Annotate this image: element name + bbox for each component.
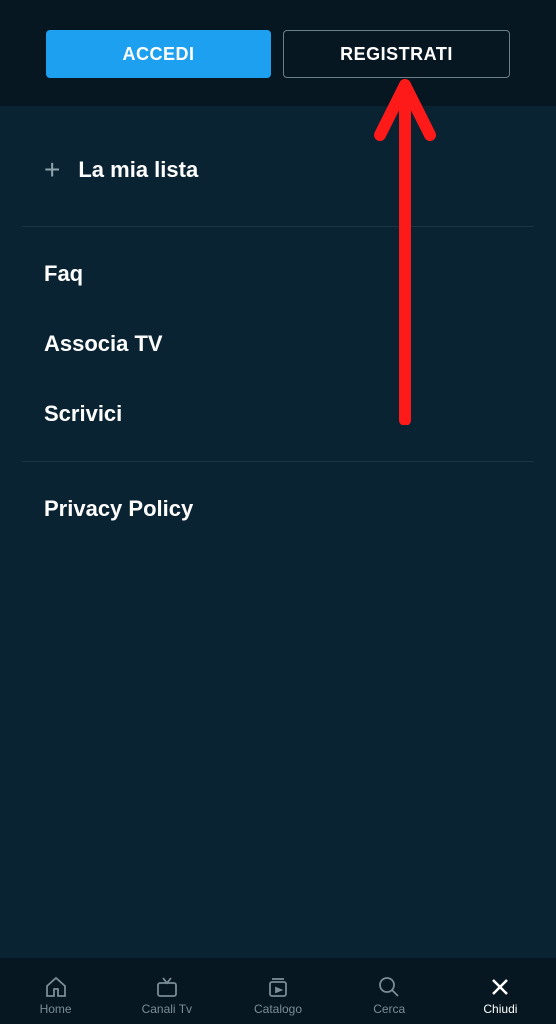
menu-item-privacy[interactable]: Privacy Policy (22, 474, 534, 544)
catalog-icon (266, 975, 290, 999)
nav-label: Canali Tv (142, 1002, 192, 1016)
tv-icon (155, 975, 179, 999)
menu-item-label: Privacy Policy (44, 496, 193, 522)
register-button[interactable]: REGISTRATI (283, 30, 510, 78)
search-icon (377, 975, 401, 999)
nav-label: Home (40, 1002, 72, 1016)
nav-home[interactable]: Home (0, 975, 111, 1016)
nav-catalog[interactable]: Catalogo (222, 975, 333, 1016)
plus-icon: + (44, 156, 60, 184)
menu-section: + La mia lista Faq Associa TV Scrivici P… (0, 106, 556, 556)
close-icon (488, 975, 512, 999)
header-buttons: ACCEDI REGISTRATI (0, 0, 556, 106)
menu-group-support: Faq Associa TV Scrivici (22, 227, 534, 461)
login-button[interactable]: ACCEDI (46, 30, 271, 78)
home-icon (44, 975, 68, 999)
menu-item-associate-tv[interactable]: Associa TV (22, 309, 534, 379)
nav-label: Cerca (373, 1002, 405, 1016)
menu-item-faq[interactable]: Faq (22, 239, 534, 309)
menu-item-label: Associa TV (44, 331, 163, 357)
nav-label: Catalogo (254, 1002, 302, 1016)
menu-item-label: La mia lista (78, 157, 198, 183)
bottom-nav: Home Canali Tv Catalogo Cerca (0, 958, 556, 1024)
menu-item-label: Faq (44, 261, 83, 287)
nav-search[interactable]: Cerca (334, 975, 445, 1016)
menu-item-label: Scrivici (44, 401, 122, 427)
nav-close[interactable]: Chiudi (445, 975, 556, 1016)
menu-group-legal: Privacy Policy (22, 462, 534, 556)
nav-label: Chiudi (483, 1002, 517, 1016)
menu-item-my-list[interactable]: + La mia lista (22, 106, 534, 226)
nav-channels[interactable]: Canali Tv (111, 975, 222, 1016)
menu-item-write-us[interactable]: Scrivici (22, 379, 534, 449)
